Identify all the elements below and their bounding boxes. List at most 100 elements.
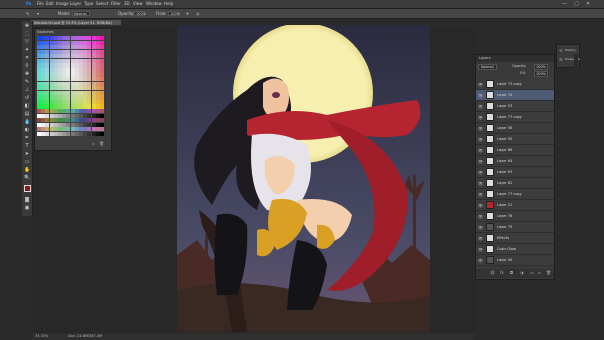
menu-window[interactable]: Window: [146, 1, 162, 7]
type-tool-icon[interactable]: T: [24, 143, 30, 149]
layer-row[interactable]: 👁 Layer 56: [476, 123, 554, 134]
brush-tool-icon[interactable]: ✎: [26, 11, 29, 16]
menu-select[interactable]: Select: [96, 1, 108, 7]
history-brush-icon[interactable]: ↺: [24, 95, 30, 101]
eraser-tool-icon[interactable]: ◧: [24, 103, 30, 109]
menu-help[interactable]: Help: [164, 1, 173, 7]
close-icon[interactable]: ✕: [586, 1, 590, 7]
layer-row[interactable]: 👁 Layer 55: [476, 134, 554, 145]
gradient-tool-icon[interactable]: ▤: [24, 111, 30, 117]
properties-icon[interactable]: ☰: [559, 57, 563, 62]
minimize-icon[interactable]: —: [562, 1, 567, 7]
delete-layer-icon[interactable]: 🗑: [546, 270, 551, 275]
layers-scrollbar[interactable]: [574, 54, 578, 278]
layer-row[interactable]: 👁 Layer 63: [476, 167, 554, 178]
visibility-eye-icon[interactable]: 👁: [478, 236, 483, 241]
menu-view[interactable]: View: [133, 1, 143, 7]
menu-edit[interactable]: Edit: [46, 1, 54, 7]
opacity-field[interactable]: 100%: [134, 11, 146, 16]
layer-row[interactable]: 👁 Layer 66: [476, 145, 554, 156]
menu-type[interactable]: Type: [84, 1, 93, 7]
layer-row[interactable]: 👁 Layer 79: [476, 222, 554, 233]
new-swatch-icon[interactable]: ▫: [92, 141, 95, 146]
eyedropper-tool-icon[interactable]: ⚲: [24, 63, 30, 69]
canvas-artwork[interactable]: [177, 25, 430, 332]
layer-row[interactable]: 👁 Layer 77 copy: [476, 112, 554, 123]
visibility-eye-icon[interactable]: 👁: [478, 159, 483, 164]
layer-row[interactable]: 👁 Layer 73 copy: [476, 79, 554, 90]
layer-row[interactable]: 👁 Effects: [476, 233, 554, 244]
stamp-tool-icon[interactable]: ⊥: [24, 87, 30, 93]
brush-preset-picker[interactable]: ▾: [37, 11, 39, 16]
menu-file[interactable]: File: [37, 1, 44, 7]
zoom-readout[interactable]: 33.33%: [35, 334, 48, 339]
visibility-eye-icon[interactable]: 👁: [478, 170, 483, 175]
swatch-grid[interactable]: [37, 36, 104, 136]
history-icon[interactable]: ⟲: [559, 48, 562, 53]
visibility-eye-icon[interactable]: 👁: [478, 82, 483, 87]
pressure-icon[interactable]: ◎: [196, 11, 200, 16]
mode-select[interactable]: Normal: [72, 11, 90, 16]
visibility-eye-icon[interactable]: 👁: [478, 203, 483, 208]
new-group-icon[interactable]: ▭: [530, 270, 534, 275]
crop-tool-icon[interactable]: ⌗: [24, 55, 30, 61]
visibility-eye-icon[interactable]: 👁: [478, 148, 483, 153]
layer-row[interactable]: 👁 Layer 40: [476, 255, 554, 266]
layer-row[interactable]: 👁 Layer 64: [476, 156, 554, 167]
layer-mask-icon[interactable]: ◘: [510, 270, 513, 275]
shape-tool-icon[interactable]: ▭: [24, 159, 30, 165]
visibility-eye-icon[interactable]: 👁: [478, 104, 483, 109]
blend-mode-select[interactable]: Normal: [478, 64, 497, 70]
layer-row[interactable]: 👁 Layer 21: [476, 200, 554, 211]
visibility-eye-icon[interactable]: 👁: [478, 192, 483, 197]
layer-fill-field[interactable]: 100%: [534, 71, 549, 77]
menu-filter[interactable]: Filter: [111, 1, 121, 7]
layer-opacity-field[interactable]: 100%: [534, 64, 549, 70]
layer-row[interactable]: 👁 Layer 77 copy: [476, 189, 554, 200]
layer-style-icon[interactable]: fx: [500, 270, 504, 275]
link-layers-icon[interactable]: ⛓: [490, 270, 495, 275]
marquee-tool-icon[interactable]: ⬚: [24, 31, 30, 37]
move-tool-icon[interactable]: ✥: [24, 23, 30, 29]
healing-tool-icon[interactable]: ✚: [24, 71, 30, 77]
adjustment-layer-icon[interactable]: ◑: [520, 270, 524, 275]
new-layer-icon[interactable]: ▫: [538, 270, 541, 275]
visibility-eye-icon[interactable]: 👁: [478, 93, 483, 98]
airbrush-icon[interactable]: ✈: [186, 11, 189, 16]
quick-select-tool-icon[interactable]: ✦: [24, 47, 30, 53]
visibility-eye-icon[interactable]: 👁: [478, 126, 483, 131]
hand-tool-icon[interactable]: ✋: [24, 167, 30, 173]
menu-image[interactable]: Image: [56, 1, 69, 7]
quick-mask-icon[interactable]: ◙: [24, 197, 30, 203]
visibility-eye-icon[interactable]: 👁: [478, 115, 483, 120]
document-tab[interactable]: Nezuko-hd.psd @ 33.3% (Layer 51, RGB/8#): [30, 19, 122, 26]
dock-history-label[interactable]: History: [565, 48, 576, 52]
layer-row[interactable]: 👁 Layer 53: [476, 101, 554, 112]
lasso-tool-icon[interactable]: ➰: [24, 39, 30, 45]
visibility-eye-icon[interactable]: 👁: [478, 214, 483, 219]
brush-tool-icon-side[interactable]: ✎: [24, 79, 30, 85]
layer-row[interactable]: 👁 Layer 74: [476, 90, 554, 101]
flow-field[interactable]: 100%: [168, 11, 180, 16]
menu-3d[interactable]: 3D: [124, 1, 130, 7]
swatch-cell[interactable]: [100, 131, 104, 136]
visibility-eye-icon[interactable]: 👁: [478, 258, 483, 263]
visibility-eye-icon[interactable]: 👁: [478, 247, 483, 252]
layer-row[interactable]: 👁 Layer 62: [476, 178, 554, 189]
layers-header[interactable]: Layers: [476, 55, 554, 62]
blur-tool-icon[interactable]: 💧: [24, 119, 30, 125]
dodge-tool-icon[interactable]: ◐: [24, 127, 30, 133]
layer-row[interactable]: 👁 Layer 78: [476, 211, 554, 222]
zoom-tool-icon[interactable]: 🔍: [24, 175, 30, 181]
pen-tool-icon[interactable]: ✒: [24, 135, 30, 141]
maximize-icon[interactable]: ▢: [574, 1, 579, 7]
delete-swatch-icon[interactable]: 🗑: [99, 141, 104, 146]
visibility-eye-icon[interactable]: 👁: [478, 137, 483, 142]
visibility-eye-icon[interactable]: 👁: [478, 225, 483, 230]
screen-mode-icon[interactable]: ▣: [24, 205, 30, 211]
foreground-color-swatch[interactable]: [24, 185, 31, 192]
path-select-icon[interactable]: ➤: [24, 151, 30, 157]
menu-layer[interactable]: Layer: [70, 1, 81, 7]
layer-row[interactable]: 👁 Color Glow: [476, 244, 554, 255]
visibility-eye-icon[interactable]: 👁: [478, 181, 483, 186]
